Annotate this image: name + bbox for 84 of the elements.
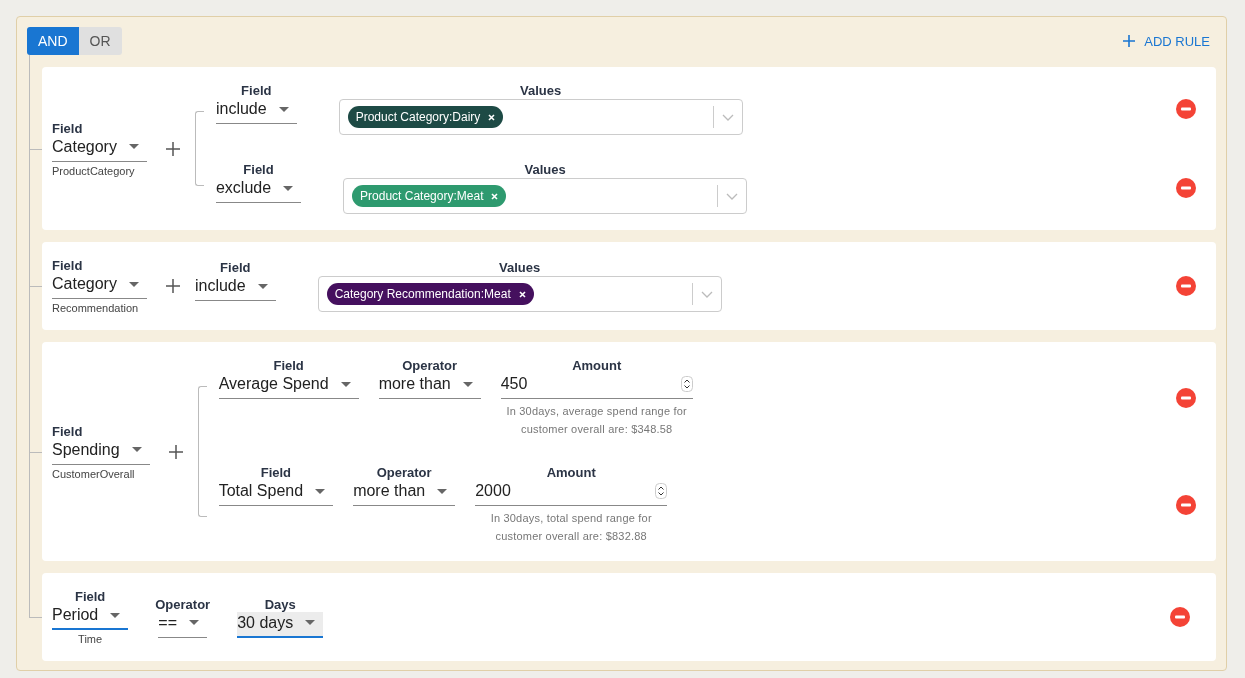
minus-icon <box>1176 178 1196 198</box>
close-icon[interactable] <box>518 290 526 298</box>
caret-icon <box>257 283 268 289</box>
field-label: Field <box>52 120 83 136</box>
field-label: Field <box>241 83 272 98</box>
combinator-toggle[interactable]: OR <box>78 27 122 55</box>
field-label: Amount <box>572 358 622 373</box>
field-dropdown[interactable]: include <box>194 275 276 301</box>
field-caption: ProductCategory <box>52 164 135 177</box>
caret-icon <box>437 488 448 494</box>
amount-input[interactable]: 450 <box>500 373 693 399</box>
tag-label: Category Recommendation:Meat <box>334 287 511 301</box>
values-select[interactable]: Product Category:Meat <box>343 178 748 214</box>
minus-icon <box>1176 495 1196 515</box>
field-dropdown[interactable]: == <box>158 611 208 638</box>
caret-icon <box>128 281 139 287</box>
spinner-icon <box>680 376 693 392</box>
caret-icon <box>462 381 473 387</box>
field-label: Field <box>260 465 292 480</box>
remove-button[interactable] <box>1176 178 1196 198</box>
field-label: Field <box>74 589 106 604</box>
caret-icon <box>340 381 351 387</box>
chevron-down-icon <box>726 192 739 200</box>
field-label: Field <box>52 258 83 273</box>
plus-icon <box>164 140 181 157</box>
field-label: Field <box>273 358 304 373</box>
spinner-icon <box>655 483 668 499</box>
field-caption: Time <box>78 633 103 645</box>
remove-button[interactable] <box>1176 276 1196 296</box>
field-caption: Recommendation <box>52 302 139 314</box>
field-dropdown[interactable]: more than <box>353 480 456 506</box>
amount-input[interactable]: 2000 <box>475 480 668 506</box>
add-rule-button[interactable]: ADD RULE <box>1117 29 1216 53</box>
field-dropdown[interactable]: Period <box>52 604 129 630</box>
caret-icon <box>128 144 139 149</box>
combinator-toggle[interactable]: AND <box>27 27 79 55</box>
field-dropdown[interactable]: Category <box>52 135 147 162</box>
field-label: Days <box>264 596 296 612</box>
chevron-down-icon <box>700 290 713 298</box>
field-label: Operator <box>155 596 211 612</box>
field-label: Operator <box>376 465 432 480</box>
close-icon[interactable] <box>488 113 496 121</box>
values-select[interactable]: Category Recommendation:Meat <box>317 276 722 312</box>
field-dropdown[interactable]: Average Spend <box>218 373 359 399</box>
field-dropdown[interactable]: more than <box>378 373 481 399</box>
caret-icon <box>278 106 289 112</box>
caret-icon <box>315 488 326 494</box>
field-dropdown[interactable]: include <box>215 98 297 124</box>
caret-icon <box>131 447 142 452</box>
minus-icon <box>1176 276 1196 296</box>
field-dropdown[interactable]: Total Spend <box>218 480 334 506</box>
minus-icon <box>1176 388 1196 408</box>
field-dropdown[interactable]: Spending <box>52 438 150 465</box>
minus-icon <box>1176 99 1196 119</box>
field-dropdown[interactable]: Category <box>52 273 147 299</box>
plus-icon <box>1123 35 1136 47</box>
chevron-down-icon <box>721 113 734 121</box>
values-label: Values <box>520 83 562 98</box>
remove-button[interactable] <box>1176 388 1196 408</box>
field-dropdown[interactable]: 30 days <box>237 611 324 638</box>
remove-button[interactable] <box>1176 99 1196 119</box>
plus-icon <box>164 278 181 294</box>
amount-hint: In 30days, average spend range for customer overall are: $348.58 <box>505 404 688 437</box>
plus-icon <box>167 443 184 460</box>
field-label: Field <box>243 162 274 177</box>
caret-icon <box>283 185 294 191</box>
field-dropdown[interactable]: exclude <box>215 177 302 203</box>
values-label: Values <box>524 162 566 177</box>
remove-button[interactable] <box>1170 607 1190 627</box>
minus-icon <box>1170 607 1190 627</box>
tag-label: Product Category:Meat <box>360 189 484 203</box>
field-label: Field <box>220 260 251 275</box>
values-label: Values <box>499 260 541 275</box>
values-select[interactable]: Product Category:Dairy <box>338 99 743 135</box>
field-label: Field <box>52 423 83 439</box>
remove-button[interactable] <box>1176 495 1196 515</box>
caret-icon <box>189 620 200 625</box>
field-caption: CustomerOverall <box>52 467 135 480</box>
field-label: Amount <box>546 465 596 480</box>
field-label: Operator <box>402 358 458 373</box>
tag-label: Product Category:Dairy <box>355 110 481 124</box>
caret-icon <box>110 612 121 618</box>
caret-icon <box>305 620 316 625</box>
amount-hint: In 30days, total spend range for customer overall are: $832.88 <box>489 511 653 544</box>
